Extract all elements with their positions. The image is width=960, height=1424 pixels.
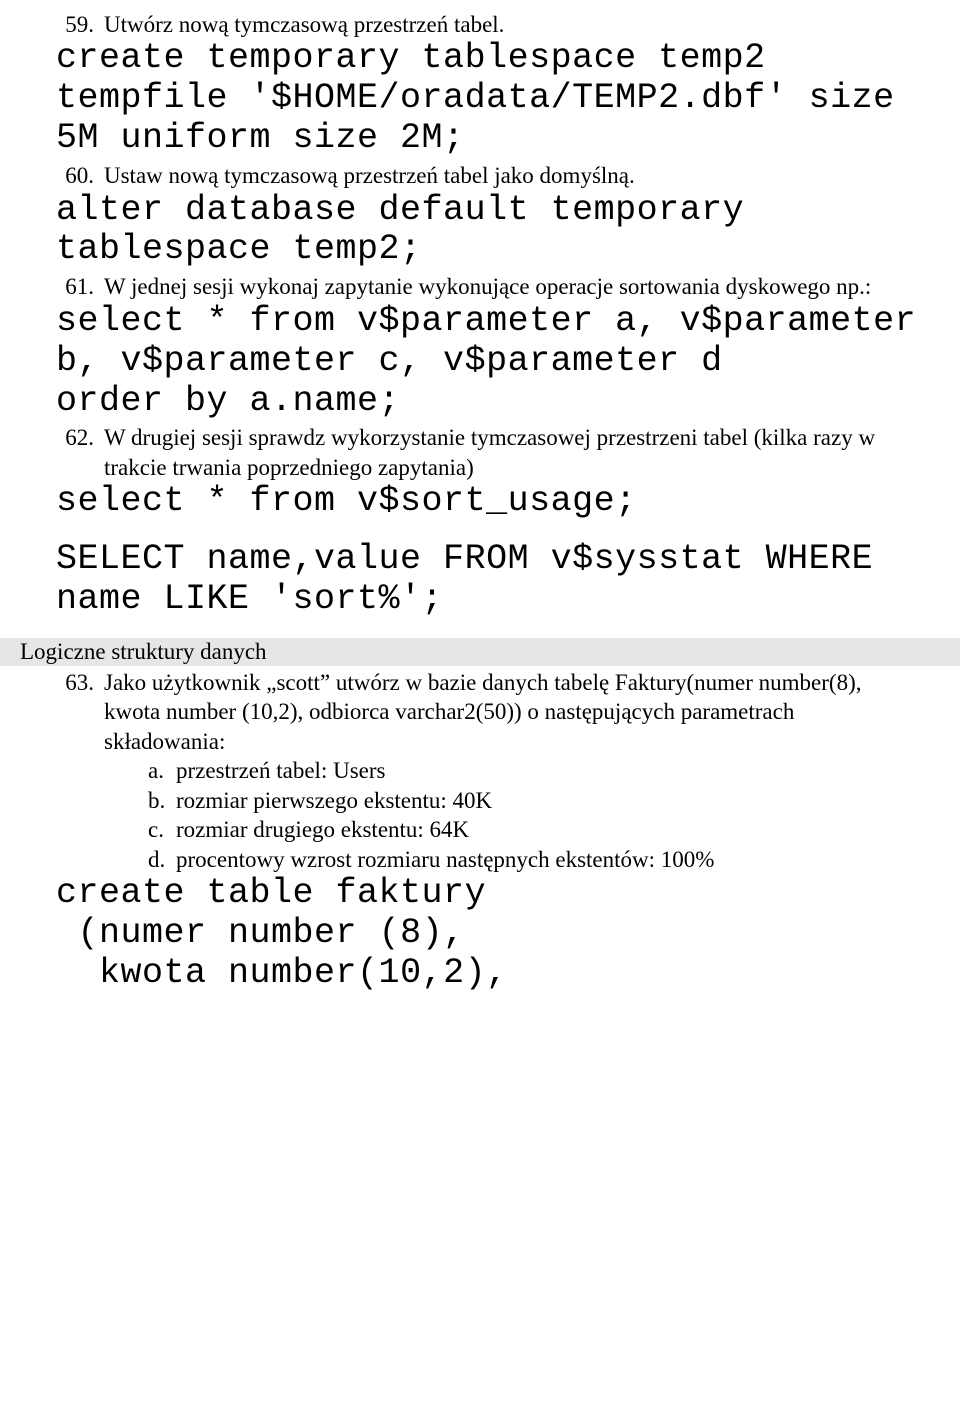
sublist-text: rozmiar pierwszego ekstentu: 40K <box>176 786 492 815</box>
code-block: (numer number (8), <box>56 914 920 954</box>
sublist: a. przestrzeń tabel: Users b. rozmiar pi… <box>56 756 920 874</box>
item-number: 59. <box>56 10 104 39</box>
code-block: select * from v$sort_usage; <box>56 482 920 522</box>
item-number: 63. <box>56 668 104 697</box>
code-block: create temporary tablespace temp2 tempfi… <box>56 39 920 159</box>
item-number: 62. <box>56 423 104 452</box>
code-block: order by a.name; <box>56 382 920 422</box>
item-number: 61. <box>56 272 104 301</box>
list-item-60: 60. Ustaw nową tymczasową przestrzeń tab… <box>56 161 920 190</box>
sublist-text: procentowy wzrost rozmiaru następnych ek… <box>176 845 714 874</box>
list-item-63: 63. Jako użytkownik „scott” utwórz w baz… <box>56 668 920 756</box>
sublist-mark: c. <box>148 815 176 844</box>
item-text: W jednej sesji wykonaj zapytanie wykonuj… <box>104 272 920 301</box>
sublist-text: rozmiar drugiego ekstentu: 64K <box>176 815 469 844</box>
code-block: select * from v$parameter a, v$parameter… <box>56 302 920 382</box>
sublist-item-a: a. przestrzeń tabel: Users <box>148 756 920 785</box>
sublist-item-b: b. rozmiar pierwszego ekstentu: 40K <box>148 786 920 815</box>
section-header: Logiczne struktury danych <box>0 638 960 666</box>
item-text: W drugiej sesji sprawdz wykorzystanie ty… <box>104 423 920 482</box>
sublist-mark: d. <box>148 845 176 874</box>
code-block: SELECT name,value FROM v$sysstat WHERE n… <box>56 540 920 620</box>
list-item-62: 62. W drugiej sesji sprawdz wykorzystani… <box>56 423 920 482</box>
sublist-mark: b. <box>148 786 176 815</box>
item-text: Ustaw nową tymczasową przestrzeń tabel j… <box>104 161 920 190</box>
item-text: Jako użytkownik „scott” utwórz w bazie d… <box>104 668 920 756</box>
code-block: create table faktury <box>56 874 920 914</box>
sublist-item-d: d. procentowy wzrost rozmiaru następnych… <box>148 845 920 874</box>
sublist-item-c: c. rozmiar drugiego ekstentu: 64K <box>148 815 920 844</box>
sublist-mark: a. <box>148 756 176 785</box>
item-number: 60. <box>56 161 104 190</box>
list-item-61: 61. W jednej sesji wykonaj zapytanie wyk… <box>56 272 920 301</box>
list-item-59: 59. Utwórz nową tymczasową przestrzeń ta… <box>56 10 920 39</box>
code-block: kwota number(10,2), <box>56 954 920 994</box>
code-block: alter database default temporary tablesp… <box>56 191 920 271</box>
sublist-text: przestrzeń tabel: Users <box>176 756 385 785</box>
item-text: Utwórz nową tymczasową przestrzeń tabel. <box>104 10 920 39</box>
